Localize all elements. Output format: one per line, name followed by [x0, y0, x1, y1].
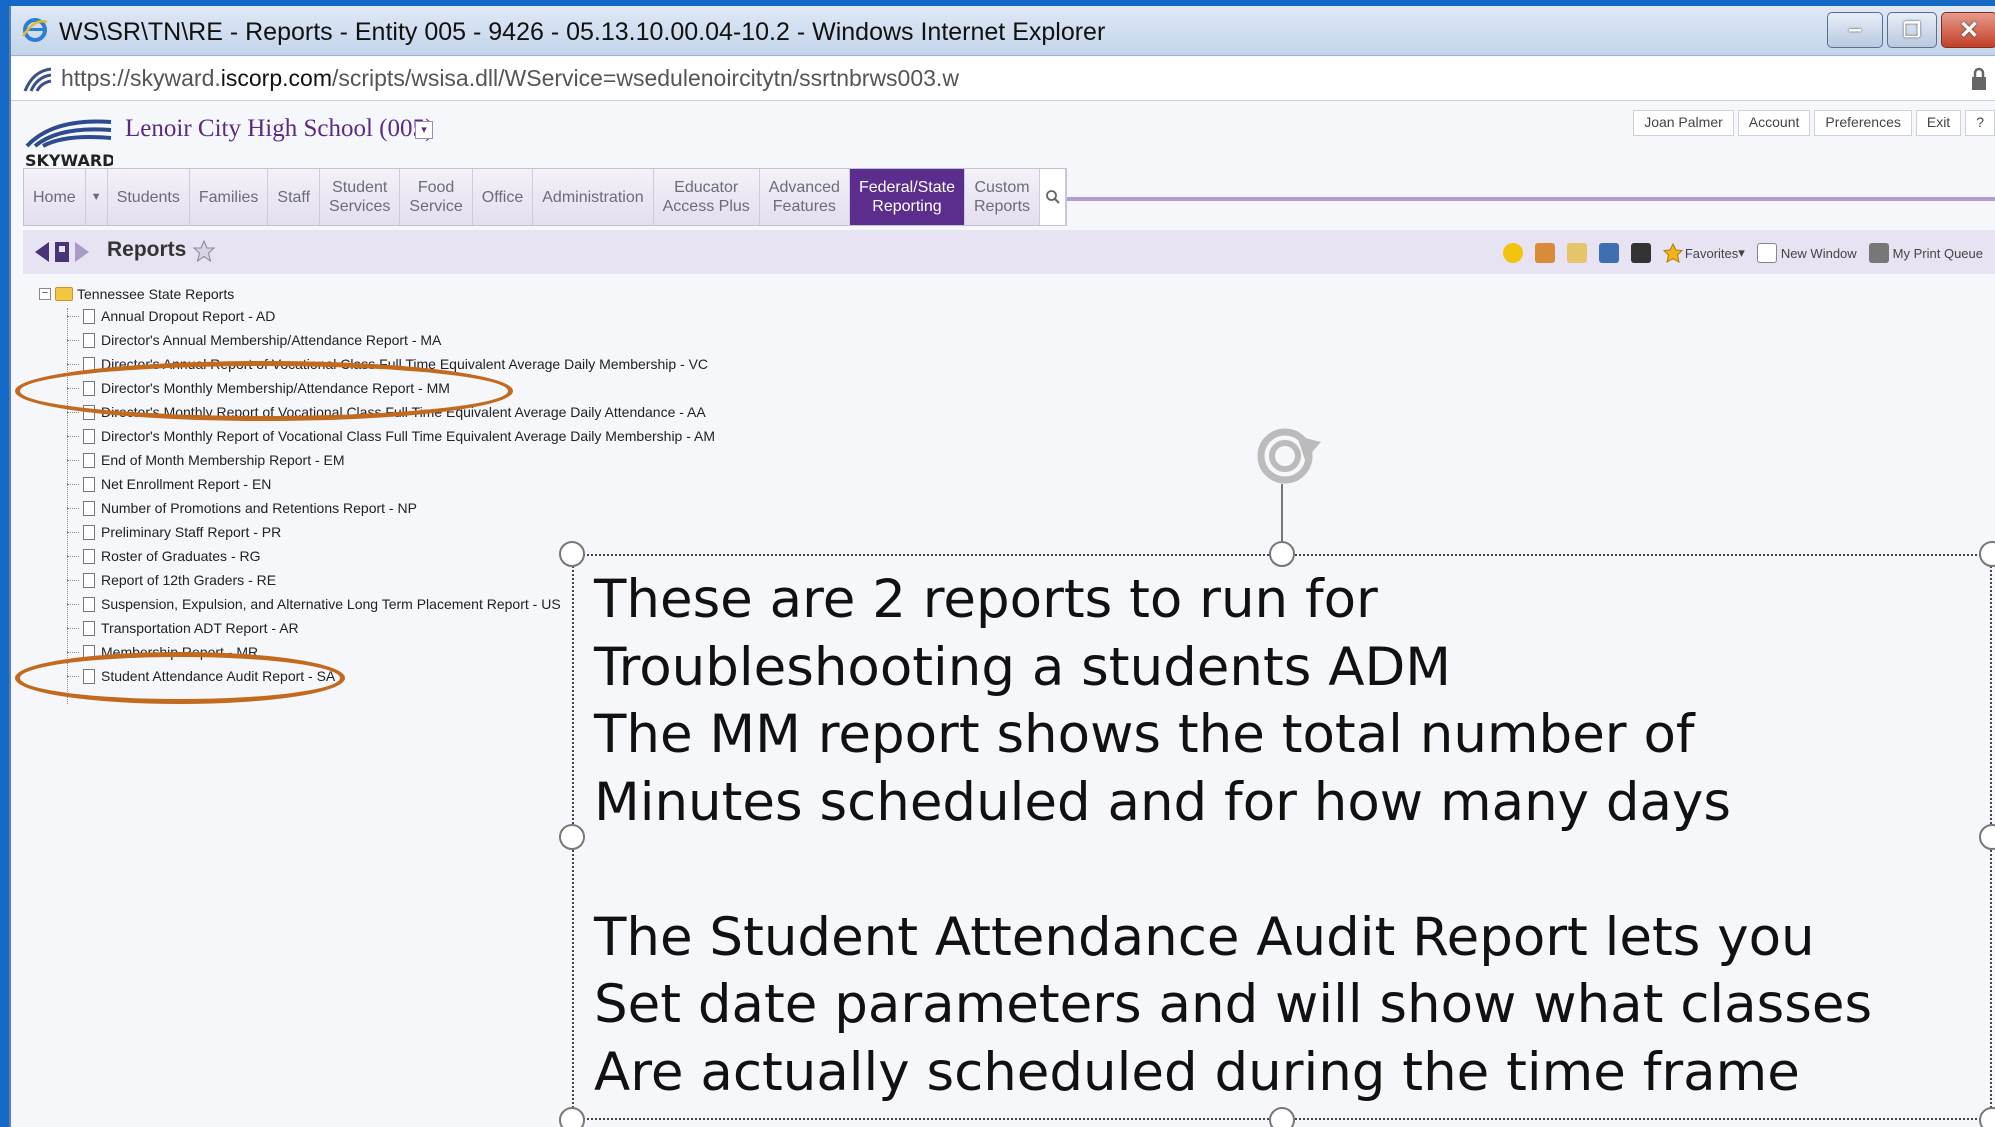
tree-item[interactable]: Director's Annual Membership/Attendance …: [67, 328, 441, 352]
nav-home[interactable]: Home: [24, 169, 86, 225]
nav-search-icon[interactable]: [1040, 169, 1067, 225]
document-icon: [83, 548, 95, 564]
camera-icon[interactable]: [1630, 243, 1651, 263]
help-link[interactable]: ?: [1965, 110, 1995, 136]
preferences-link[interactable]: Preferences: [1814, 110, 1912, 136]
nav-administration[interactable]: Administration: [533, 169, 654, 225]
address-bar[interactable]: https://skyward.iscorp.com/scripts/wsisa…: [11, 57, 1995, 101]
nav-food-service[interactable]: Food Service: [400, 169, 473, 225]
document-icon: [83, 620, 95, 636]
close-button[interactable]: ✕: [1941, 12, 1995, 48]
tree-item[interactable]: Director's Monthly Report of Vocational …: [67, 424, 715, 448]
nav-families[interactable]: Families: [189, 169, 269, 225]
new-window-link[interactable]: New Window: [1756, 243, 1857, 263]
page-toolbar: Favorites ▾ New Window My Print Queue: [1502, 240, 1995, 266]
school-name[interactable]: Lenoir City High School (005): [125, 115, 433, 143]
restore-button[interactable]: ❐: [1887, 12, 1937, 48]
back-forward-icon[interactable]: [35, 240, 97, 264]
document-icon: [83, 572, 95, 588]
collapse-icon[interactable]: −: [39, 288, 51, 300]
document-icon: [83, 500, 95, 516]
tree-item[interactable]: Roster of Graduates - RG: [67, 544, 261, 568]
nav-staff[interactable]: Staff: [268, 169, 321, 225]
printer-icon: [1868, 243, 1889, 263]
school-dropdown-icon[interactable]: ▾: [415, 121, 433, 139]
url-text[interactable]: https://skyward.iscorp.com/scripts/wsisa…: [61, 65, 959, 92]
resize-handle[interactable]: [559, 1107, 585, 1127]
resize-handle[interactable]: [559, 541, 585, 567]
tree-root-folder[interactable]: − Tennessee State Reports: [39, 286, 234, 302]
favorites-star-icon: [1662, 243, 1683, 263]
nav-educator-access-plus[interactable]: Educator Access Plus: [653, 169, 760, 225]
tree-item[interactable]: Suspension, Expulsion, and Alternative L…: [67, 592, 561, 616]
title-bar: WS\SR\TN\RE - Reports - Entity 005 - 942…: [11, 6, 1995, 56]
nav-federal-state-reporting[interactable]: Federal/State Reporting: [849, 169, 965, 225]
highlight-oval-mm: [15, 361, 513, 421]
window-title: WS\SR\TN\RE - Reports - Entity 005 - 942…: [59, 18, 1106, 46]
user-name-link[interactable]: Joan Palmer: [1633, 110, 1734, 136]
document-icon: [83, 308, 95, 324]
tree-item[interactable]: Preliminary Staff Report - PR: [67, 520, 281, 544]
favorite-star-icon[interactable]: [193, 240, 215, 262]
upload-icon[interactable]: [1534, 243, 1555, 263]
user-links: Joan Palmer Account Preferences Exit ?: [1629, 110, 1995, 136]
nav-office[interactable]: Office: [472, 169, 534, 225]
page-title: Reports: [107, 238, 187, 261]
main-nav: Home ▼ Students Families Staff Student Se…: [23, 168, 1068, 226]
nav-underline: [1051, 197, 1995, 201]
document-icon: [83, 452, 95, 468]
tree-item[interactable]: Report of 12th Graders - RE: [67, 568, 276, 592]
favorites-menu[interactable]: Favorites ▾: [1662, 243, 1745, 263]
tree-item[interactable]: Transportation ADT Report - AR: [67, 616, 299, 640]
resize-handle[interactable]: [559, 824, 585, 850]
print-queue-link[interactable]: My Print Queue: [1868, 243, 1983, 263]
document-icon: [83, 428, 95, 444]
nav-students[interactable]: Students: [107, 169, 190, 225]
tree-item[interactable]: Annual Dropout Report - AD: [67, 304, 275, 328]
nav-home-dropdown-icon[interactable]: ▼: [85, 169, 108, 225]
resize-handle[interactable]: [1269, 1107, 1295, 1127]
annotation-text: These are 2 reports to run for Troublesh…: [594, 569, 1873, 1103]
browser-window: WS\SR\TN\RE - Reports - Entity 005 - 942…: [9, 6, 1995, 1127]
tree-item[interactable]: Net Enrollment Report - EN: [67, 472, 271, 496]
skyward-logo: SKYWARD: [25, 119, 113, 170]
lock-icon: [1972, 67, 1986, 90]
document-icon: [83, 596, 95, 612]
nav-student-services[interactable]: Student Services: [320, 169, 401, 225]
folder-icon: [55, 287, 73, 301]
nav-custom-reports[interactable]: Custom Reports: [965, 169, 1041, 225]
minimize-button[interactable]: –: [1827, 12, 1883, 48]
resize-handle[interactable]: [1269, 541, 1295, 567]
internet-explorer-icon: [21, 18, 48, 42]
page-title-bar: Reports Favorites ▾ New Window My Print Q…: [23, 230, 1995, 274]
rotate-handle-icon[interactable]: [1251, 416, 1327, 492]
exit-link[interactable]: Exit: [1915, 110, 1962, 136]
skyward-header: SKYWARD Lenoir City High School (005) ▾ …: [11, 102, 1995, 172]
tree-item[interactable]: End of Month Membership Report - EM: [67, 448, 345, 472]
calendar-icon[interactable]: [1598, 243, 1619, 263]
document-icon: [83, 476, 95, 492]
nav-advanced-features[interactable]: Advanced Features: [759, 169, 850, 225]
tree-item[interactable]: Number of Promotions and Retentions Repo…: [67, 496, 417, 520]
notes-icon[interactable]: [1566, 243, 1587, 263]
new-window-icon: [1756, 243, 1777, 263]
document-icon: [83, 524, 95, 540]
account-link[interactable]: Account: [1737, 110, 1811, 136]
document-icon: [83, 332, 95, 348]
skyward-favicon-icon: [23, 67, 52, 92]
highlight-oval-sa: [15, 652, 345, 704]
alert-icon[interactable]: [1502, 243, 1523, 263]
